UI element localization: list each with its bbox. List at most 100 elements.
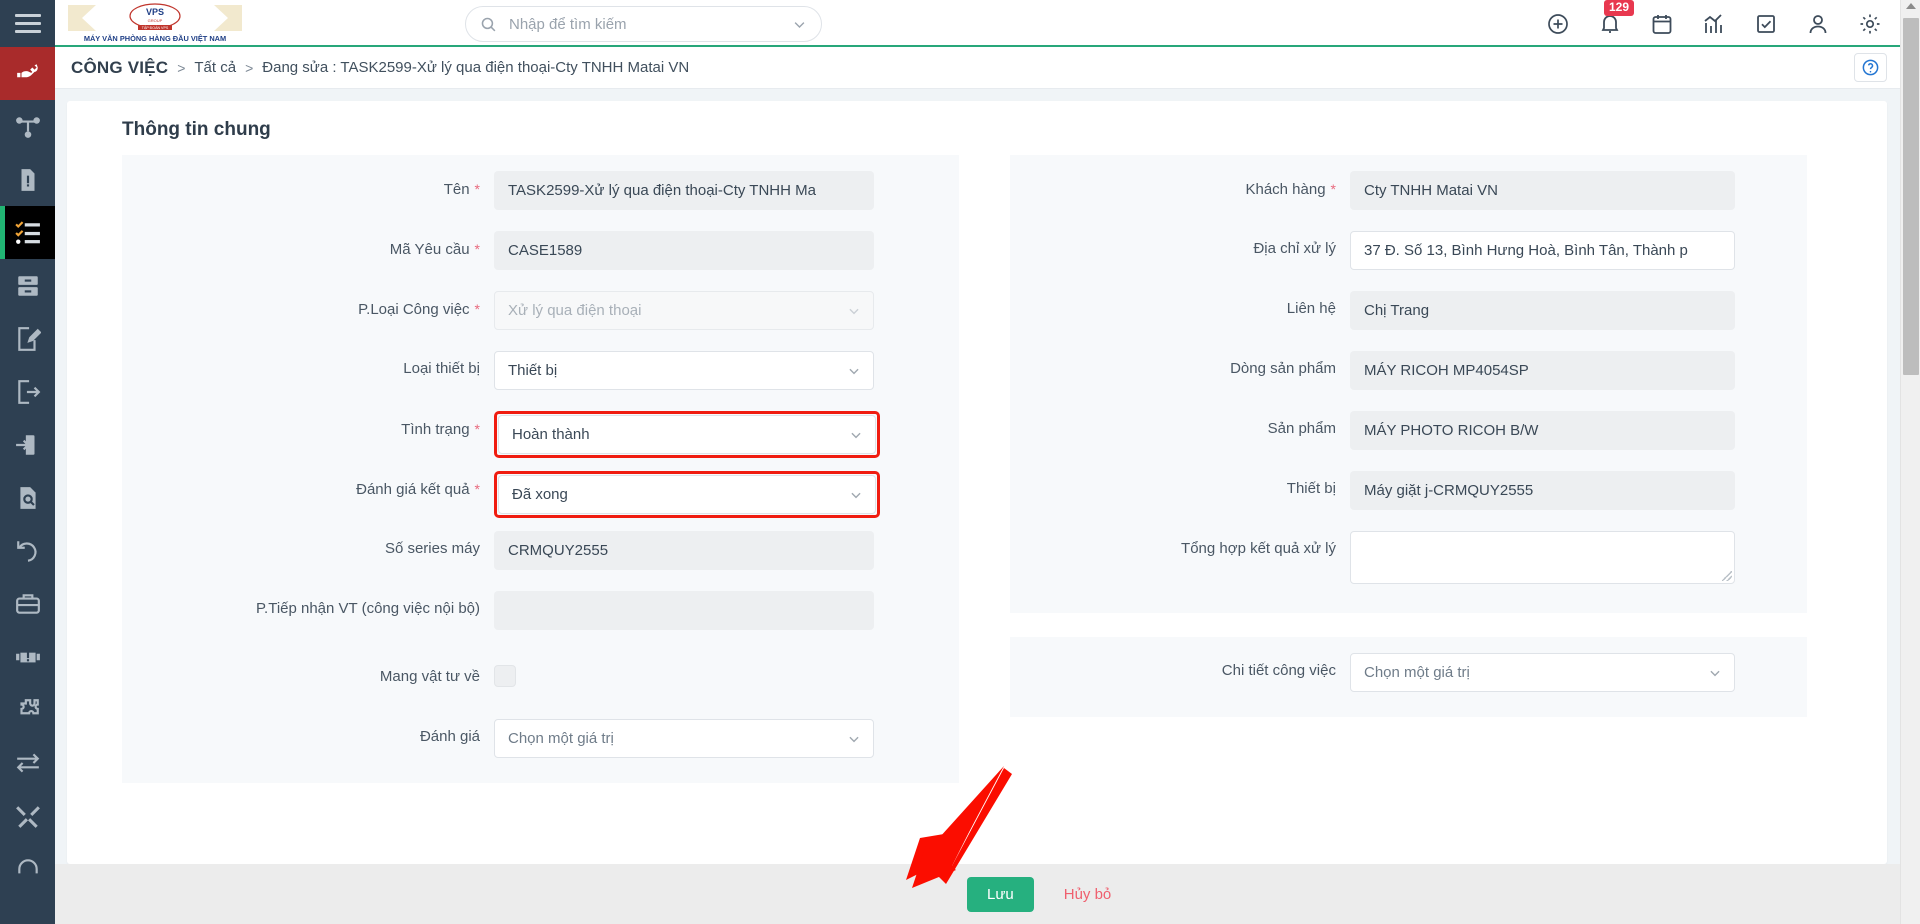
file-cabinet-icon [15, 273, 41, 299]
phan-loai-cong-viec-select[interactable]: Xử lý qua điện thoại [494, 291, 874, 330]
sidebar-item-support[interactable] [0, 842, 55, 895]
tinh-trang-select[interactable]: Hoàn thành [498, 415, 876, 454]
field-row-p-tiep-nhan-vt: P.Tiếp nhận VT (công việc nội bộ) [122, 585, 959, 653]
exchange-icon [15, 750, 41, 776]
sidebar-item-history[interactable] [0, 524, 55, 577]
hamburger-zone [0, 0, 55, 47]
dia-chi-xu-ly-input[interactable]: 37 Đ. Số 13, Bình Hưng Hoà, Bình Tân, Th… [1350, 231, 1735, 270]
scrollbar-thumb[interactable] [1903, 18, 1919, 375]
form-body: Tên * TASK2599-Xử lý qua điện thoại-Cty T… [67, 155, 1887, 864]
sidebar-item-import[interactable] [0, 418, 55, 471]
field-row-tinh-trang: Tình trạng * Hoàn thành [122, 405, 959, 465]
sidebar-item-report-issue[interactable] [0, 153, 55, 206]
field-row-dong-san-pham: Dòng sản phẩm MÁY RICOH MP4054SP [1010, 345, 1807, 405]
field-label: Loại thiết bị [403, 360, 480, 377]
tong-hop-ket-qua-textarea[interactable] [1350, 531, 1735, 584]
required-marker: * [474, 481, 480, 497]
p-tiep-nhan-vt-input[interactable] [494, 591, 874, 630]
select-value: Chọn một giá trị [1364, 664, 1470, 681]
calendar-icon[interactable] [1649, 11, 1674, 36]
briefcase-icon [15, 591, 41, 617]
hamburger-menu-icon[interactable] [14, 14, 41, 33]
required-marker: * [474, 181, 480, 197]
document-edit-icon [15, 326, 41, 352]
breadcrumb-title[interactable]: CÔNG VIỆC [71, 58, 168, 78]
gear-icon[interactable] [1857, 11, 1882, 36]
document-alert-icon [15, 167, 41, 193]
so-series-may-input[interactable]: CRMQUY2555 [494, 531, 874, 570]
document-search-icon [15, 485, 41, 511]
lien-he-input[interactable]: Chị Trang [1350, 291, 1735, 330]
thiet-bi-input[interactable]: Máy giặt j-CRMQUY2555 [1350, 471, 1735, 510]
sidebar-item-toolbox[interactable] [0, 577, 55, 630]
left-sidebar [0, 0, 55, 924]
khach-hang-input[interactable]: Cty TNHH Matai VN [1350, 171, 1735, 210]
plus-circle-icon[interactable] [1545, 11, 1570, 36]
right-secondary-panel: Chi tiết công việc Chọn một giá trị [1010, 637, 1807, 717]
loai-thiet-bi-select[interactable]: Thiết bị [494, 351, 874, 390]
sidebar-item-tasks[interactable] [0, 206, 55, 259]
user-icon[interactable] [1805, 11, 1830, 36]
dong-san-pham-input[interactable]: MÁY RICOH MP4054SP [1350, 351, 1735, 390]
sidebar-item-search-doc[interactable] [0, 471, 55, 524]
bell-icon[interactable]: 129 [1597, 0, 1635, 36]
breadcrumb-level2[interactable]: Tất cả [194, 59, 236, 76]
field-label: Địa chỉ xử lý [1253, 240, 1336, 257]
vertical-scrollbar[interactable] [1900, 0, 1920, 924]
ten-input[interactable]: TASK2599-Xử lý qua điện thoại-Cty TNHH M… [494, 171, 874, 210]
general-info-card: Thông tin chung Tên * TASK2599-Xử lý qua … [67, 101, 1887, 864]
field-label: Chi tiết công việc [1221, 662, 1336, 679]
required-marker: * [474, 301, 480, 317]
chevron-down-icon[interactable] [792, 17, 807, 32]
top-icon-group: 129 [1545, 0, 1882, 47]
cancel-button[interactable]: Hủy bỏ [1058, 885, 1118, 904]
danh-gia-select[interactable]: Chọn một giá trị [494, 719, 874, 758]
hand-wrench-icon [15, 61, 41, 87]
vps-logo-icon: VPS GROUP TẬP ĐOÀN VPS MÁY VĂN PHÒNG HÀN… [68, 2, 242, 43]
chi-tiet-cong-viec-select[interactable]: Chọn một giá trị [1350, 653, 1735, 692]
sidebar-item-service[interactable] [0, 47, 55, 100]
resize-grip-icon[interactable] [1722, 571, 1732, 581]
chevron-down-icon [851, 492, 861, 498]
breadcrumb-separator: > [177, 59, 186, 76]
checkbox-icon[interactable] [1753, 11, 1778, 36]
sidebar-item-network[interactable] [0, 100, 55, 153]
search-input[interactable] [507, 14, 792, 34]
select-value: Chọn một giá trị [508, 730, 614, 747]
select-value: Đã xong [512, 486, 568, 503]
scroll-up-arrow-icon[interactable] [1906, 3, 1916, 9]
ma-yeu-cau-input[interactable]: CASE1589 [494, 231, 874, 270]
field-label: Sản phẩm [1267, 420, 1336, 437]
field-row-loai-thiet-bi: Loại thiết bị Thiết bị [122, 345, 959, 405]
field-label: Đánh giá [419, 728, 480, 745]
breadcrumb-level3: Đang sửa : TASK2599-Xử lý qua điện thoại… [262, 59, 690, 76]
chevron-down-icon [849, 736, 859, 742]
sidebar-item-warranty[interactable] [0, 630, 55, 683]
sidebar-item-export[interactable] [0, 365, 55, 418]
sidebar-item-tools[interactable] [0, 789, 55, 842]
save-button[interactable]: Lưu [967, 876, 1034, 912]
chart-icon[interactable] [1701, 11, 1726, 36]
puzzle-icon [15, 697, 41, 723]
field-label: P.Tiếp nhận VT (công việc nội bộ) [255, 600, 480, 617]
document-in-icon [15, 432, 41, 458]
question-circle-icon [1862, 59, 1879, 76]
danh-gia-ket-qua-select[interactable]: Đã xong [498, 475, 876, 514]
global-search[interactable] [465, 6, 822, 42]
san-pham-input[interactable]: MÁY PHOTO RICOH B/W [1350, 411, 1735, 450]
mang-vat-tu-ve-checkbox[interactable] [494, 665, 516, 687]
svg-text:MÁY VĂN PHÒNG HÀNG ĐẦU VIỆT NA: MÁY VĂN PHÒNG HÀNG ĐẦU VIỆT NAM [84, 33, 226, 43]
required-marker: * [1330, 181, 1336, 197]
sidebar-item-parts[interactable] [0, 683, 55, 736]
headset-icon [15, 856, 41, 882]
hand-alert-icon [15, 644, 41, 670]
field-row-khach-hang: Khách hàng * Cty TNHH Matai VN [1010, 165, 1807, 225]
field-label: Tình trạng * [401, 421, 480, 438]
sidebar-item-edit-doc[interactable] [0, 312, 55, 365]
sidebar-item-archive[interactable] [0, 259, 55, 312]
field-label: Liên hệ [1286, 300, 1336, 317]
company-logo[interactable]: VPS GROUP TẬP ĐOÀN VPS MÁY VĂN PHÒNG HÀN… [55, 0, 255, 46]
document-out-icon [15, 379, 41, 405]
sidebar-item-transfer[interactable] [0, 736, 55, 789]
help-button[interactable] [1854, 53, 1887, 82]
